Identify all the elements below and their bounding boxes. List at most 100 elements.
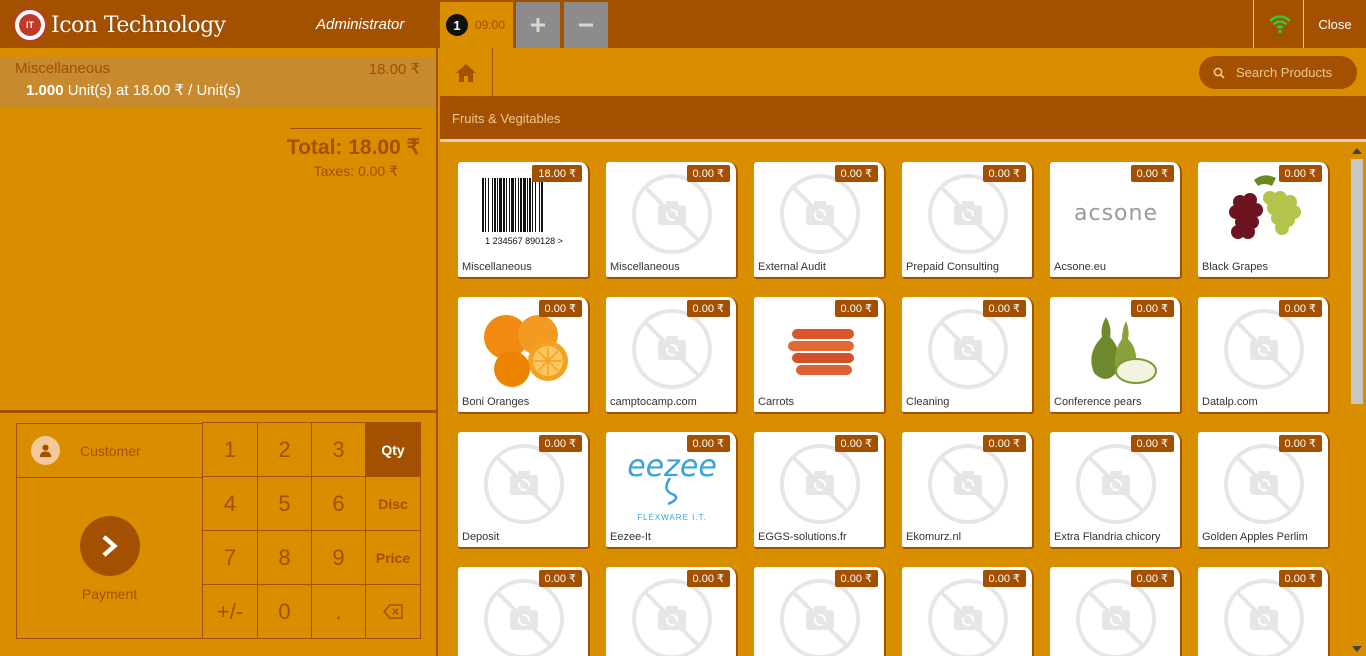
numpad-key-5[interactable]: 5 <box>257 476 312 531</box>
backspace-button[interactable] <box>365 584 421 639</box>
product-card[interactable]: 0.00 ₹ <box>606 567 738 656</box>
product-price-tag: 0.00 ₹ <box>1130 570 1174 587</box>
product-card[interactable]: 0.00 ₹ Black Grapes <box>1198 162 1330 279</box>
close-button[interactable]: Close <box>1304 0 1366 48</box>
new-order-button[interactable] <box>516 2 560 48</box>
pos-header: IT Icon Technology Administrator 1 09:00… <box>0 0 1366 48</box>
numpad-key-1[interactable]: 1 <box>202 422 258 477</box>
product-card[interactable]: 0.00 ₹ Conference pears <box>1050 297 1182 414</box>
numpad-key-7[interactable]: 7 <box>202 530 258 585</box>
product-name: camptocamp.com <box>610 396 697 408</box>
numpad-key-6[interactable]: 6 <box>311 476 366 531</box>
scrollbar-thumb[interactable] <box>1351 159 1363 404</box>
svg-text:acsone: acsone <box>1074 201 1158 226</box>
breadcrumb-category[interactable]: Fruits & Vegitables <box>452 111 560 126</box>
product-card[interactable]: 0.00 ₹ Prepaid Consulting <box>902 162 1034 279</box>
product-price-tag: 0.00 ₹ <box>538 435 582 452</box>
no-image-placeholder-icon <box>1214 442 1314 526</box>
product-image <box>474 307 574 391</box>
no-image-placeholder-icon <box>918 172 1018 256</box>
product-card[interactable]: 0.00 ₹ Extra Flandria chicory <box>1050 432 1182 549</box>
product-card[interactable]: 0.00 ₹ Cleaning <box>902 297 1034 414</box>
numpad-key-3[interactable]: 3 <box>311 422 366 477</box>
cashier-name[interactable]: Administrator <box>316 16 404 33</box>
numpad-key-0[interactable]: 0 <box>257 584 312 639</box>
order-tab[interactable]: 1 09:00 <box>440 2 513 48</box>
search-icon <box>1213 67 1225 79</box>
product-grid: 1 234567 890128 >18.00 ₹ Miscellaneous 0.0… <box>440 142 1348 656</box>
mode-price-button[interactable]: Price <box>365 530 421 585</box>
order-line-info: 1.000 Unit(s) at 18.00 ₹ / Unit(s) <box>26 81 241 99</box>
product-card[interactable]: 0.00 ₹ External Audit <box>754 162 886 279</box>
minus-icon <box>579 23 593 27</box>
product-card[interactable]: 0.00 ₹ Golden Apples Perlim <box>1198 432 1330 549</box>
svg-text:eezee: eezee <box>627 449 717 484</box>
product-name: Cleaning <box>906 396 950 408</box>
mode-disc-button[interactable]: Disc <box>365 476 421 531</box>
scroll-up-arrow-icon[interactable] <box>1352 148 1362 154</box>
customer-label: Customer <box>80 442 141 459</box>
product-card[interactable]: 0.00 ₹ EGGS-solutions.fr <box>754 432 886 549</box>
product-scrollbar[interactable] <box>1348 142 1366 656</box>
product-name: Prepaid Consulting <box>906 261 999 273</box>
product-card[interactable]: acsone 0.00 ₹ Acsone.eu <box>1050 162 1182 279</box>
product-name: Miscellaneous <box>462 261 532 273</box>
product-image <box>770 307 870 391</box>
order-taxes: Taxes: 0.00 ₹ <box>313 163 398 179</box>
product-card[interactable]: 0.00 ₹ Datalp.com <box>1198 297 1330 414</box>
product-price-tag: 0.00 ₹ <box>834 570 878 587</box>
numpad-key-2[interactable]: 2 <box>257 422 312 477</box>
action-pad: Customer Payment <box>16 423 203 639</box>
product-price-tag: 0.00 ₹ <box>1278 570 1322 587</box>
delete-order-button[interactable] <box>564 2 608 48</box>
product-name: Boni Oranges <box>462 396 530 408</box>
order-line-qty: 1.000 <box>26 82 64 99</box>
backspace-icon <box>382 604 403 619</box>
product-card[interactable]: 0.00 ₹ <box>754 567 886 656</box>
plus-icon <box>531 18 545 32</box>
no-image-placeholder-icon <box>770 442 870 526</box>
product-card[interactable]: 1 234567 890128 > 18.00 ₹ Miscellaneous <box>458 162 590 279</box>
product-card[interactable]: 0.00 ₹ Deposit <box>458 432 590 549</box>
product-price-tag: 0.00 ₹ <box>1278 165 1322 182</box>
product-card[interactable]: 0.00 ₹ <box>458 567 590 656</box>
product-price-tag: 0.00 ₹ <box>538 570 582 587</box>
product-card[interactable]: eezee FLEXWARE I.T. 0.00 ₹ Eezee-It <box>606 432 738 549</box>
product-name: Datalp.com <box>1202 396 1258 408</box>
product-card[interactable]: 0.00 ₹ Boni Oranges <box>458 297 590 414</box>
product-card[interactable]: 0.00 ₹ <box>1198 567 1330 656</box>
search-products-input[interactable]: Search Products <box>1199 56 1357 89</box>
product-card[interactable]: 0.00 ₹ Carrots <box>754 297 886 414</box>
product-image <box>1066 307 1166 391</box>
no-image-placeholder-icon <box>474 442 574 526</box>
numpad-key-4[interactable]: 4 <box>202 476 258 531</box>
product-card[interactable]: 0.00 ₹ camptocamp.com <box>606 297 738 414</box>
product-card[interactable]: 0.00 ₹ <box>902 567 1034 656</box>
product-card[interactable]: 0.00 ₹ <box>1050 567 1182 656</box>
no-image-placeholder-icon <box>918 577 1018 656</box>
numpad-key-8[interactable]: 8 <box>257 530 312 585</box>
numpad-key-sign[interactable]: +/- <box>202 584 258 639</box>
svg-text:FLEXWARE I.T.: FLEXWARE I.T. <box>637 513 707 522</box>
mode-qty-button[interactable]: Qty <box>365 422 421 477</box>
numpad-key-9[interactable]: 9 <box>311 530 366 585</box>
order-time: 09:00 <box>475 18 506 32</box>
order-line[interactable]: Miscellaneous 18.00 ₹ 1.000 Unit(s) at 1… <box>0 58 436 108</box>
scroll-down-arrow-icon[interactable] <box>1352 646 1362 652</box>
home-category-button[interactable] <box>440 48 493 97</box>
product-name: Deposit <box>462 531 500 543</box>
customer-button[interactable]: Customer <box>17 424 202 478</box>
wifi-status-icon[interactable] <box>1268 14 1292 34</box>
numpad: 1 2 3 Qty 4 5 6 Disc 7 8 9 Price +/- 0 . <box>202 422 421 639</box>
product-price-tag: 0.00 ₹ <box>982 435 1026 452</box>
numpad-key-dot[interactable]: . <box>311 584 366 639</box>
product-price-tag: 0.00 ₹ <box>834 165 878 182</box>
product-card[interactable]: 0.00 ₹ Miscellaneous <box>606 162 738 279</box>
no-image-placeholder-icon <box>918 307 1018 391</box>
product-card[interactable]: 0.00 ₹ Ekomurz.nl <box>902 432 1034 549</box>
product-name: Eezee-It <box>610 531 651 543</box>
product-name: Ekomurz.nl <box>906 531 962 543</box>
product-price-tag: 0.00 ₹ <box>1130 435 1174 452</box>
product-price-tag: 0.00 ₹ <box>982 300 1026 317</box>
payment-button[interactable]: Payment <box>17 478 202 638</box>
